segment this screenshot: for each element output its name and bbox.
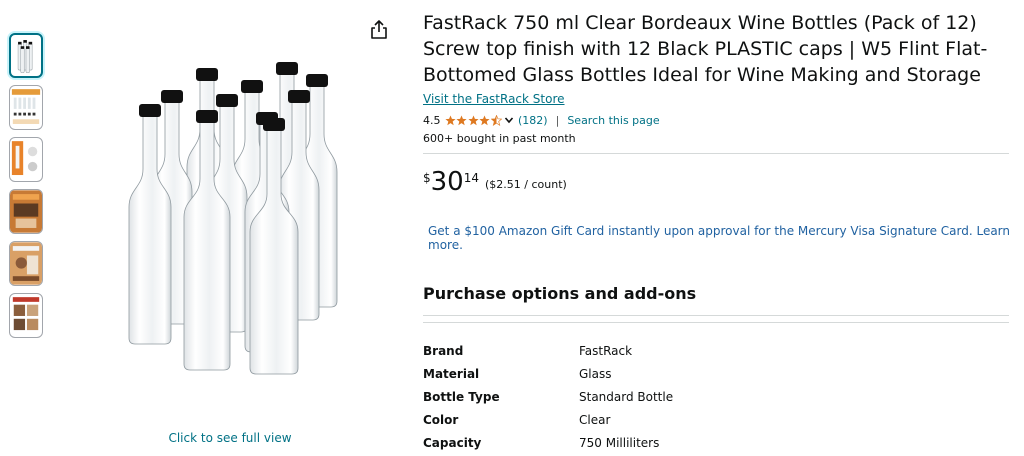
spec-value: Glass (579, 366, 612, 381)
purchase-options-title: Purchase options and add-ons (423, 284, 697, 303)
search-this-page-link[interactable]: Search this page (567, 114, 659, 127)
price: $ 30 14 ($2.51 / count) (423, 169, 1013, 199)
unit-price: ($2.51 / count) (485, 178, 567, 191)
rating-count[interactable]: (182) (518, 114, 548, 127)
bottle-cap (306, 74, 328, 87)
product-details: FastRack 750 ml Clear Bordeaux Wine Bott… (423, 10, 1013, 456)
thumbnail-2[interactable] (9, 85, 43, 130)
bottle-cap (196, 110, 218, 123)
star-icon (467, 114, 479, 125)
bottle-cap (196, 68, 218, 81)
spec-row: Material Glass (423, 362, 1009, 385)
spec-label: Color (423, 412, 459, 427)
bottle-cap (241, 80, 263, 93)
spec-row: Bottle Type Standard Bottle (423, 385, 1009, 408)
spec-row: Color Clear (423, 408, 1009, 431)
star-icon (456, 114, 467, 125)
spec-row: Brand FastRack (423, 339, 1009, 362)
divider (423, 153, 1009, 154)
thumbnail-1[interactable] (9, 33, 43, 78)
store-link[interactable]: Visit the FastRack Store (423, 92, 565, 106)
bought-count: 600+ bought in past month (423, 132, 576, 145)
star-icon (444, 114, 456, 125)
star-half-icon (490, 114, 502, 126)
price-fraction: 14 (463, 171, 480, 185)
spec-row: Capacity 750 Milliliters (423, 431, 1009, 454)
spec-value: Standard Bottle (579, 389, 674, 404)
bottle-graphic (128, 62, 338, 375)
spec-label: Capacity (423, 435, 482, 450)
thumbnail-6[interactable] (9, 293, 43, 338)
spec-label: Brand (423, 343, 464, 358)
spec-value: Clear (579, 412, 611, 427)
bottle-cap (263, 118, 285, 131)
price-symbol: $ (423, 171, 431, 185)
spec-table: Brand FastRack Material Glass Bottle Typ… (423, 339, 1009, 454)
spec-value: FastRack (579, 343, 633, 358)
full-view-link[interactable]: Click to see full view (140, 431, 320, 445)
divider (423, 322, 1009, 323)
bottle-cap (161, 90, 183, 103)
bottle-cap (216, 94, 238, 107)
chevron-down-icon[interactable] (504, 115, 514, 125)
rating-row: 4.5 (182) | Search this page (423, 112, 1013, 128)
thumbnail-3[interactable] (9, 137, 43, 182)
thumbnail-4[interactable] (9, 189, 43, 234)
bottle-cap (139, 104, 161, 117)
rating-value: 4.5 (423, 113, 441, 127)
price-whole: 30 (430, 167, 464, 197)
separator: | (555, 113, 560, 127)
thumbnail-5[interactable] (9, 241, 43, 286)
star-icon (479, 114, 490, 125)
divider (423, 315, 1009, 316)
star-rating[interactable] (444, 114, 503, 126)
bottle-cap (288, 90, 310, 103)
thumbnail-list (9, 33, 45, 345)
spec-value: 750 Milliliters (579, 435, 660, 450)
product-title: FastRack 750 ml Clear Bordeaux Wine Bott… (423, 12, 988, 86)
spec-label: Material (423, 366, 480, 381)
promo-link[interactable]: Get a $100 Amazon Gift Card instantly up… (428, 224, 1013, 252)
spec-label: Bottle Type (423, 389, 500, 404)
share-icon[interactable] (370, 20, 388, 40)
main-product-image[interactable] (92, 52, 382, 382)
bottle-cap (276, 62, 298, 75)
